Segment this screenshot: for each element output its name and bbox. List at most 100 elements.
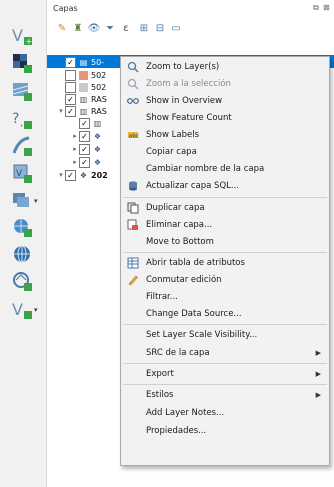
layer-checkbox[interactable] [65, 81, 76, 93]
layer-row[interactable]: ✓ ▥ [71, 117, 105, 129]
menu-item-show-feature-count[interactable]: Show Feature Count [121, 109, 329, 127]
submenu-arrow-icon: ▶ [315, 349, 321, 357]
menu-item-layer-crs[interactable]: SRC de la capa ▶ [121, 344, 329, 362]
menu-item-remove-layer[interactable]: Eliminar capa... [121, 216, 329, 234]
layer-checkbox[interactable] [65, 69, 76, 81]
manage-visibility-icon[interactable]: 👁 [87, 21, 101, 35]
pencil-icon [127, 274, 139, 286]
menu-item-export[interactable]: Export ▶ [121, 365, 329, 383]
layer-row[interactable]: ✓ ▥ RAS [57, 93, 107, 105]
layer-row[interactable]: ▸ ✓ ❖ [71, 130, 105, 142]
menu-item-attribute-table[interactable]: Abrir tabla de atributos [121, 254, 329, 272]
svg-text:,: , [20, 118, 23, 129]
filter-legend-icon[interactable]: ⏷ [103, 21, 117, 35]
add-vector-layer-icon[interactable]: V + [9, 22, 35, 48]
svg-text:V: V [12, 300, 23, 319]
panel-title: Capas [53, 4, 78, 13]
zoom-selection-icon [127, 78, 139, 90]
menu-item-rename-layer[interactable]: Cambiar nombre de la capa [121, 160, 329, 178]
expand-arrow-icon[interactable]: ▸ [71, 132, 79, 140]
menu-item-show-labels[interactable]: abc Show Labels [121, 126, 329, 144]
layer-row[interactable]: 502 [57, 69, 106, 81]
menu-item-scale-visibility[interactable]: Set Layer Scale Visibility... [121, 326, 329, 344]
add-group-icon[interactable]: ♜ [71, 21, 85, 35]
menu-item-filter[interactable]: Filtrar... [121, 288, 329, 306]
overview-icon [127, 95, 139, 107]
table-icon [127, 257, 139, 269]
raster-layer-icon: ▥ [79, 106, 88, 116]
menu-separator [123, 252, 327, 253]
menu-item-copy-layer[interactable]: Copiar capa [121, 143, 329, 161]
layer-checkbox[interactable]: ✓ [65, 56, 76, 68]
menu-item-zoom-layer[interactable]: Zoom to Layer(s) [121, 58, 329, 76]
layer-checkbox[interactable]: ✓ [65, 169, 76, 181]
group-icon: ❖ [93, 131, 102, 141]
layer-row[interactable]: ▾ ✓ ❖ 202 [57, 169, 108, 181]
layer-checkbox[interactable]: ✓ [79, 143, 90, 155]
add-delimited-text-icon[interactable]: ?, [9, 106, 35, 132]
menu-item-zoom-selection[interactable]: Zoom a la selección [121, 75, 329, 93]
layer-checkbox[interactable]: ✓ [79, 130, 90, 142]
add-spatialite-icon[interactable] [9, 133, 35, 159]
raster-layer-icon: ▥ [79, 94, 88, 104]
add-virtual-layer-icon[interactable]: V [9, 160, 35, 186]
add-raster-layer-icon[interactable] [9, 50, 35, 76]
duplicate-icon [127, 202, 139, 214]
menu-separator [123, 197, 327, 198]
menu-item-styles[interactable]: Estilos ▶ [121, 386, 329, 404]
menu-item-properties[interactable]: Propiedades... [121, 422, 329, 440]
svg-text:abc: abc [129, 133, 139, 139]
layer-checkbox[interactable]: ✓ [65, 93, 76, 105]
group-icon: ❖ [93, 144, 102, 154]
remove-layer-icon[interactable]: ▭ [169, 21, 183, 35]
vector-layer-icon: ▤ [79, 57, 88, 67]
labels-icon: abc [127, 129, 139, 141]
collapse-all-icon[interactable]: ⊟ [153, 21, 167, 35]
expand-arrow-icon[interactable]: ▸ [71, 158, 79, 166]
svg-text:+: + [26, 37, 33, 46]
submenu-arrow-icon: ▶ [315, 370, 321, 378]
menu-item-toggle-editing[interactable]: Conmutar edición [121, 271, 329, 289]
add-wms-layer-icon[interactable] [9, 187, 35, 213]
add-arcgis-layer-icon[interactable] [9, 268, 35, 294]
chevron-down-icon[interactable]: ▾ [34, 197, 38, 205]
layer-row[interactable]: ✓ ▤ 50- [57, 56, 104, 68]
layer-symbol-swatch [79, 70, 88, 80]
remove-layer-icon [127, 219, 139, 231]
layer-row[interactable]: ▸ ✓ ❖ [71, 143, 105, 155]
raster-layer-icon: ▥ [93, 118, 102, 128]
menu-item-update-sql[interactable]: Actualizar capa SQL... [121, 177, 329, 195]
chevron-down-icon[interactable]: ▾ [34, 306, 38, 314]
menu-item-duplicate-layer[interactable]: Duplicar capa [121, 199, 329, 217]
add-mesh-layer-icon[interactable] [9, 78, 35, 104]
close-panel-icon[interactable]: ⊠ [323, 3, 330, 12]
collapse-arrow-icon[interactable]: ▾ [57, 171, 65, 179]
menu-item-move-bottom[interactable]: Move to Bottom [121, 233, 329, 251]
layer-toolbar: V + ?, V ▾ V ▾ [0, 0, 47, 487]
collapse-arrow-icon[interactable]: ▾ [57, 107, 65, 115]
database-icon [127, 180, 139, 192]
expand-all-icon[interactable]: ⊞ [137, 21, 151, 35]
layer-row[interactable]: ▾ ✓ ▥ RAS [57, 105, 107, 117]
float-panel-icon[interactable]: ⧉ [313, 3, 319, 13]
layer-row[interactable]: ▸ ✓ ❖ [71, 156, 105, 168]
filter-expression-icon[interactable]: ε [119, 21, 133, 35]
menu-item-add-layer-notes[interactable]: Add Layer Notes... [121, 404, 329, 422]
add-wcs-layer-icon[interactable] [9, 214, 35, 240]
layer-checkbox[interactable]: ✓ [79, 117, 90, 129]
layer-context-menu: Zoom to Layer(s) Zoom a la selección Sho… [120, 56, 330, 466]
style-manager-icon[interactable]: ✎ [55, 21, 69, 35]
zoom-layer-icon [127, 61, 139, 73]
layer-row[interactable]: 502 [57, 81, 106, 93]
layer-checkbox[interactable]: ✓ [79, 156, 90, 168]
group-icon: ❖ [79, 170, 88, 180]
layer-checkbox[interactable]: ✓ [65, 105, 76, 117]
add-wfs-layer-icon[interactable] [9, 241, 35, 267]
new-vector-layer-icon[interactable]: V [9, 296, 35, 322]
menu-separator [123, 363, 327, 364]
layer-symbol-swatch [79, 82, 88, 92]
menu-item-show-overview[interactable]: Show in Overview [121, 92, 329, 110]
menu-item-change-data-source[interactable]: Change Data Source... [121, 305, 329, 323]
group-icon: ❖ [93, 157, 102, 167]
expand-arrow-icon[interactable]: ▸ [71, 145, 79, 153]
